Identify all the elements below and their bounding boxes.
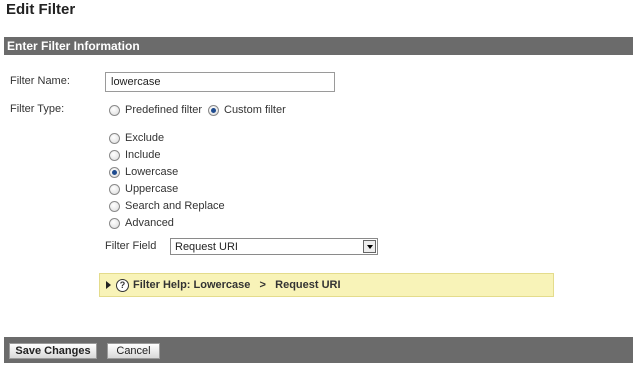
radio-custom-filter[interactable]: Custom filter bbox=[208, 104, 286, 116]
filter-help-bar[interactable]: ? Filter Help: Lowercase > Request URI bbox=[99, 273, 554, 297]
radio-label: Uppercase bbox=[125, 183, 179, 195]
radio-button-icon bbox=[109, 104, 120, 116]
radio-lowercase[interactable]: Lowercase bbox=[109, 166, 178, 178]
question-icon: ? bbox=[116, 278, 129, 292]
radio-button-icon bbox=[208, 104, 219, 116]
filter-type-label: Filter Type: bbox=[10, 103, 65, 115]
radio-label: Exclude bbox=[125, 132, 165, 144]
radio-label: Advanced bbox=[125, 217, 174, 229]
filter-name-input[interactable] bbox=[105, 72, 335, 92]
radio-label: Predefined filter bbox=[125, 104, 203, 116]
radio-label: Include bbox=[125, 149, 161, 161]
section-header: Enter Filter Information bbox=[4, 37, 633, 55]
radio-button-icon bbox=[109, 166, 120, 178]
radio-search-and-replace[interactable]: Search and Replace bbox=[109, 200, 225, 212]
caret-right-icon bbox=[106, 281, 111, 289]
radio-label: Search and Replace bbox=[125, 200, 225, 212]
radio-advanced[interactable]: Advanced bbox=[109, 217, 174, 229]
filter-name-label: Filter Name: bbox=[10, 75, 70, 87]
filter-field-label: Filter Field bbox=[105, 240, 157, 252]
page-title: Edit Filter bbox=[6, 1, 76, 18]
chevron-down-icon[interactable] bbox=[363, 240, 376, 253]
filter-field-selected: Request URI bbox=[175, 240, 238, 253]
radio-include[interactable]: Include bbox=[109, 149, 160, 161]
radio-label: Custom filter bbox=[224, 104, 286, 116]
filter-field-select[interactable]: Request URI bbox=[170, 238, 378, 255]
radio-predefined-filter[interactable]: Predefined filter bbox=[109, 104, 202, 116]
radio-button-icon bbox=[109, 183, 120, 195]
radio-exclude[interactable]: Exclude bbox=[109, 132, 164, 144]
filter-help-text: Filter Help: Lowercase > Request URI bbox=[133, 279, 341, 291]
radio-button-icon bbox=[109, 149, 120, 161]
radio-uppercase[interactable]: Uppercase bbox=[109, 183, 178, 195]
radio-button-icon bbox=[109, 217, 120, 229]
save-changes-button[interactable]: Save Changes bbox=[9, 343, 97, 359]
radio-button-icon bbox=[109, 200, 120, 212]
footer-bar bbox=[4, 337, 633, 363]
radio-label: Lowercase bbox=[125, 166, 179, 178]
radio-button-icon bbox=[109, 132, 120, 144]
cancel-button[interactable]: Cancel bbox=[107, 343, 160, 359]
